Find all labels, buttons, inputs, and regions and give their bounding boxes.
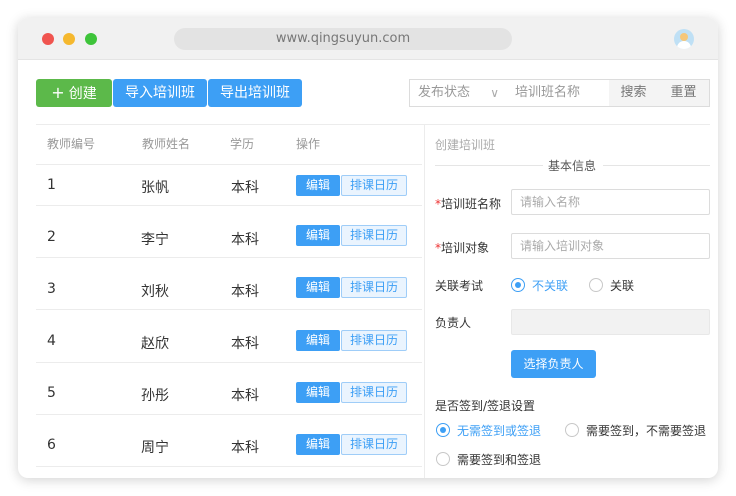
edit-button[interactable]: 编辑 <box>296 434 340 455</box>
teacher-education: 本科 <box>231 440 259 456</box>
owner-field <box>511 309 710 335</box>
status-select[interactable]: 发布状态 ∨ <box>409 79 510 107</box>
radio-sign-in-only[interactable] <box>565 423 579 437</box>
radio-no-exam[interactable] <box>511 278 525 292</box>
plus-icon: + <box>51 83 65 102</box>
create-button[interactable]: + 创建 <box>36 79 112 107</box>
schedule-calendar-button[interactable]: 排课日历 <box>341 175 407 196</box>
edit-button[interactable]: 编辑 <box>296 225 340 246</box>
choose-owner-button[interactable]: 选择负责人 <box>511 350 596 378</box>
schedule-calendar-button[interactable]: 排课日历 <box>341 225 407 246</box>
exam-label: 关联考试 <box>435 279 484 293</box>
section-divider <box>435 165 543 166</box>
radio-link-exam-label[interactable]: 关联 <box>610 277 634 294</box>
column-header-education: 学历 <box>230 137 255 151</box>
divider-vertical <box>424 124 425 478</box>
page-content: + 创建 导入培训班 导出培训班 发布状态 ∨ 培训班名称 搜索 重置 教师编号 … <box>18 18 718 478</box>
teacher-name: 赵欣 <box>141 336 169 352</box>
edit-button[interactable]: 编辑 <box>296 330 340 351</box>
teacher-education: 本科 <box>231 284 259 300</box>
schedule-calendar-button[interactable]: 排课日历 <box>341 330 407 351</box>
teacher-name: 张帆 <box>141 180 169 196</box>
teacher-education: 本科 <box>231 336 259 352</box>
class-name-input[interactable]: 请输入名称 <box>511 189 710 215</box>
owner-label: 负责人 <box>435 316 472 330</box>
form-title: 创建培训班 <box>435 138 496 152</box>
teacher-education: 本科 <box>231 388 259 404</box>
teacher-id: 1 <box>47 177 56 193</box>
schedule-calendar-button[interactable]: 排课日历 <box>341 382 407 403</box>
radio-no-sign-label[interactable]: 无需签到或签退 <box>457 422 541 439</box>
chevron-down-icon: ∨ <box>490 86 499 100</box>
teacher-id: 2 <box>47 229 56 245</box>
teacher-id: 6 <box>47 437 56 453</box>
edit-button[interactable]: 编辑 <box>296 277 340 298</box>
row-divider <box>36 205 422 206</box>
teacher-id: 4 <box>47 333 56 349</box>
search-button[interactable]: 搜索 <box>609 79 659 107</box>
radio-link-exam[interactable] <box>589 278 603 292</box>
column-header-id: 教师编号 <box>47 137 96 151</box>
teacher-name: 李宁 <box>141 232 169 248</box>
radio-no-sign[interactable] <box>436 423 450 437</box>
divider <box>36 124 710 125</box>
edit-button[interactable]: 编辑 <box>296 175 340 196</box>
teacher-education: 本科 <box>231 180 259 196</box>
radio-no-exam-label[interactable]: 不关联 <box>532 277 568 294</box>
radio-sign-in-only-label[interactable]: 需要签到，不需要签退 <box>586 422 706 439</box>
radio-sign-in-out-label[interactable]: 需要签到和签退 <box>457 451 541 468</box>
edit-button[interactable]: 编辑 <box>296 382 340 403</box>
section-title: 基本信息 <box>548 159 597 173</box>
reset-button[interactable]: 重置 <box>658 79 710 107</box>
teacher-name: 孙彤 <box>141 388 169 404</box>
column-header-name: 教师姓名 <box>142 137 191 151</box>
teacher-education: 本科 <box>231 232 259 248</box>
radio-sign-in-out[interactable] <box>436 452 450 466</box>
teacher-id: 5 <box>47 385 56 401</box>
row-divider <box>36 414 422 415</box>
export-class-button[interactable]: 导出培训班 <box>208 79 302 107</box>
target-input[interactable]: 请输入培训对象 <box>511 233 710 259</box>
row-divider <box>36 309 422 310</box>
row-divider <box>36 257 422 258</box>
section-divider <box>603 165 710 166</box>
row-divider <box>36 466 422 467</box>
row-divider <box>36 362 422 363</box>
teacher-name: 刘秋 <box>141 284 169 300</box>
class-name-label: *培训班名称 <box>435 197 502 211</box>
class-name-search-input[interactable]: 培训班名称 <box>509 79 610 107</box>
schedule-calendar-button[interactable]: 排课日历 <box>341 277 407 298</box>
teacher-name: 周宁 <box>141 440 169 456</box>
column-header-actions: 操作 <box>296 137 321 151</box>
import-class-button[interactable]: 导入培训班 <box>113 79 207 107</box>
sign-setting-label: 是否签到/签退设置 <box>435 399 536 413</box>
row-divider <box>36 164 422 165</box>
teacher-id: 3 <box>47 281 56 297</box>
schedule-calendar-button[interactable]: 排课日历 <box>341 434 407 455</box>
target-label: *培训对象 <box>435 241 490 255</box>
